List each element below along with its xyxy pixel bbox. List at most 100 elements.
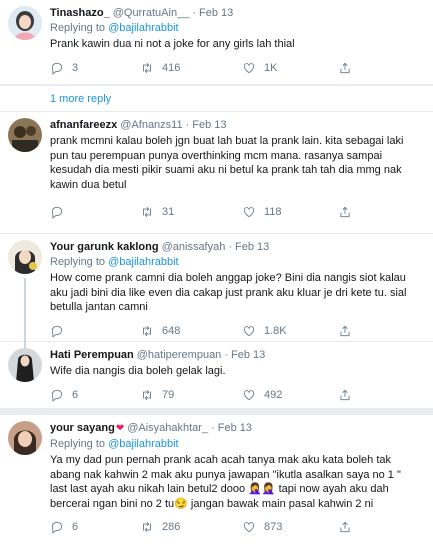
reply-button[interactable]: 6 [50, 520, 140, 534]
like-button[interactable]: 118 [242, 205, 338, 219]
more-replies-link[interactable]: 1 more reply [0, 85, 433, 111]
replying-to-mention[interactable]: @bajilahrabbit [108, 22, 179, 34]
retweet-icon [143, 207, 151, 217]
tweet-header: your sayang ❤ @Aisyahakhtar_ · Feb 13 [50, 421, 419, 436]
tweet-header: Tinashazo_ @QurratuAin__ · Feb 13 [50, 6, 419, 20]
tweet[interactable]: Your garunk kaklong @anissafyah · Feb 13… [0, 234, 433, 342]
retweet-button[interactable]: 286 [140, 520, 242, 534]
user-handle[interactable]: @Afnanzs11 [120, 118, 182, 132]
retweet-icon [143, 389, 151, 400]
user-handle[interactable]: @anissafyah [162, 240, 226, 254]
avatar-illustration [8, 348, 42, 382]
like-button[interactable]: 492 [242, 388, 338, 402]
avatar[interactable] [8, 240, 42, 274]
red-heart-icon: ❤ [115, 423, 125, 434]
like-icon [243, 207, 255, 218]
facepalm-emoji-icon: 🤦‍♀️ [248, 483, 262, 495]
separator-dot: · [228, 241, 233, 253]
like-count: 1.8K [264, 324, 287, 337]
like-count: 492 [264, 388, 283, 401]
share-button[interactable] [338, 520, 358, 534]
share-button[interactable] [338, 61, 358, 75]
action-bar: 648 1.8K [50, 319, 419, 343]
retweet-count: 648 [162, 324, 181, 337]
reply-button[interactable] [50, 324, 140, 338]
user-handle[interactable]: @QurratuAin__ [113, 6, 190, 20]
like-icon [243, 522, 255, 533]
share-icon [340, 389, 350, 400]
like-count: 1K [264, 61, 278, 74]
tweet-header: Hati Perempuan @hatiperempuan · Feb 13 [50, 348, 419, 362]
retweet-count: 416 [162, 61, 181, 74]
separator-dot: · [211, 422, 215, 434]
retweet-icon [143, 325, 151, 336]
avatar[interactable] [8, 348, 42, 382]
like-button[interactable]: 1.8K [242, 324, 338, 338]
retweet-button[interactable]: 79 [140, 388, 242, 402]
tweet[interactable]: Hati Perempuan @hatiperempuan · Feb 13 W… [0, 342, 433, 409]
display-name[interactable]: Hati Perempuan [50, 348, 134, 362]
display-name[interactable]: Tinashazo_ [50, 6, 110, 20]
like-button[interactable]: 873 [242, 520, 338, 534]
retweet-button[interactable]: 648 [140, 324, 242, 338]
retweet-icon [143, 62, 151, 73]
separator-dot: · [185, 119, 190, 131]
reply-feed: Tinashazo_ @QurratuAin__ · Feb 13 Replyi… [0, 0, 433, 553]
retweet-button[interactable]: 31 [140, 205, 242, 219]
share-button[interactable] [338, 324, 358, 338]
like-icon [243, 325, 255, 336]
tweet[interactable]: afnanfareezx @Afnanzs11 · Feb 13 prank m… [0, 111, 433, 234]
like-icon [243, 62, 255, 73]
display-name[interactable]: your sayang [50, 421, 115, 435]
share-button[interactable] [338, 205, 358, 219]
tweet[interactable]: Tinashazo_ @QurratuAin__ · Feb 13 Replyi… [0, 0, 433, 85]
reply-icon [51, 325, 63, 338]
like-count: 873 [264, 521, 283, 533]
tweet-date[interactable]: Feb 13 [192, 118, 226, 132]
reply-icon [51, 206, 63, 219]
reply-icon [51, 389, 63, 402]
avatar[interactable] [8, 6, 42, 40]
separator-dot: · [224, 349, 228, 361]
replying-to-mention[interactable]: @bajilahrabbit [108, 256, 179, 268]
tweet-text: How come prank camni dia boleh anggap jo… [50, 272, 407, 313]
reply-button[interactable]: 6 [50, 388, 140, 402]
reply-icon [51, 521, 63, 534]
retweet-button[interactable]: 416 [140, 61, 242, 75]
reply-button[interactable]: 3 [50, 61, 140, 75]
tweet-text-part: jangan bawak main pasal kahwin 2 ni [190, 497, 374, 510]
replying-to-label: Replying to [50, 256, 106, 268]
user-handle[interactable]: @hatiperempuan [137, 348, 222, 362]
retweet-icon [143, 522, 151, 532]
tweet-date[interactable]: Feb 13 [235, 240, 269, 254]
avatar-illustration [8, 118, 42, 152]
reply-count: 6 [72, 521, 79, 533]
tweet-date[interactable]: Feb 13 [199, 6, 233, 20]
share-icon [340, 325, 350, 336]
like-button[interactable]: 1K [242, 61, 338, 75]
display-name[interactable]: afnanfareezx [50, 118, 117, 132]
avatar-illustration [8, 240, 42, 274]
user-handle[interactable]: @Aisyahakhtar_ [127, 421, 208, 435]
share-button[interactable] [338, 388, 358, 402]
avatar-illustration [8, 6, 42, 40]
replying-to-mention[interactable]: @bajilahrabbit [108, 438, 179, 450]
action-bar: 3 416 1K [50, 56, 419, 80]
replying-to-label: Replying to [50, 438, 106, 450]
share-icon [340, 62, 350, 73]
retweet-count: 79 [162, 388, 175, 401]
tweet[interactable]: your sayang ❤ @Aisyahakhtar_ · Feb 13 Re… [0, 409, 433, 553]
like-icon [243, 389, 255, 400]
tweet-text: Ya my dad pun pernah prank acah acah tan… [50, 453, 419, 511]
reply-count: 3 [72, 61, 79, 74]
display-name[interactable]: Your garunk kaklong [50, 240, 159, 254]
tweet-date[interactable]: Feb 13 [218, 421, 252, 435]
reply-button[interactable] [50, 205, 140, 219]
like-count: 118 [264, 206, 282, 218]
facepalm-emoji-icon: 🤦‍♀️ [261, 483, 276, 495]
share-icon [340, 521, 350, 533]
tweet-date[interactable]: Feb 13 [231, 348, 265, 362]
avatar[interactable] [8, 118, 42, 152]
thread-connector [24, 278, 26, 342]
avatar[interactable] [8, 421, 42, 455]
